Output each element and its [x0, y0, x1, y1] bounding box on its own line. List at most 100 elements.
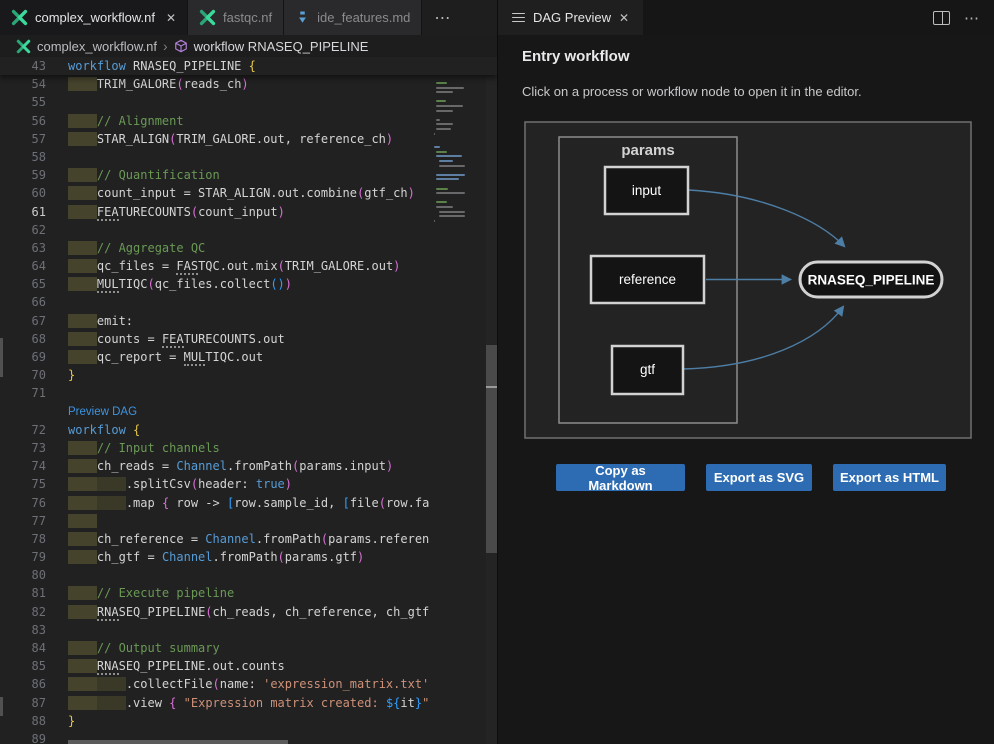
line-number: 72	[0, 421, 68, 439]
code-line[interactable]: 70}	[0, 366, 497, 384]
minimap[interactable]	[429, 57, 486, 744]
code-line[interactable]: 86 .collectFile(name: 'expression_matrix…	[0, 675, 497, 693]
codelens-row[interactable]: Preview DAG	[0, 403, 497, 421]
nextflow-icon	[11, 9, 28, 26]
line-number: 70	[0, 366, 68, 384]
line-number: 59	[0, 166, 68, 184]
code-line[interactable]: 65 MULTIQC(qc_files.collect())	[0, 275, 497, 293]
code-line[interactable]: 85 RNASEQ_PIPELINE.out.counts	[0, 657, 497, 675]
markdown-icon	[295, 10, 310, 25]
line-number: 58	[0, 148, 68, 166]
node-reference[interactable]: reference	[591, 256, 704, 303]
nextflow-icon	[199, 9, 216, 26]
export-as-html-button[interactable]: Export as HTML	[833, 464, 946, 491]
code-line[interactable]: 81 // Execute pipeline	[0, 584, 497, 602]
line-number: 43	[0, 57, 68, 75]
code-line[interactable]: 71	[0, 384, 497, 402]
line-number: 78	[0, 530, 68, 548]
code-line[interactable]: 67 emit:	[0, 312, 497, 330]
code-line[interactable]: 72workflow {	[0, 421, 497, 439]
vertical-scrollbar[interactable]	[486, 57, 497, 744]
panel-tab-label: DAG Preview	[533, 10, 611, 25]
code-line[interactable]: 76 .map { row -> [row.sample_id, [file(r…	[0, 494, 497, 512]
line-number: 56	[0, 112, 68, 130]
code-line[interactable]: 74 ch_reads = Channel.fromPath(params.in…	[0, 457, 497, 475]
line-number: 67	[0, 312, 68, 330]
code-line[interactable]: 88}	[0, 712, 497, 730]
tab-fastqc[interactable]: fastqc.nf	[188, 0, 284, 35]
line-number: 82	[0, 603, 68, 621]
code-line[interactable]: 78 ch_reference = Channel.fromPath(param…	[0, 530, 497, 548]
horizontal-scrollbar[interactable]	[68, 740, 288, 744]
tab-dag-preview[interactable]: DAG Preview ✕	[498, 0, 643, 35]
code-line[interactable]: 75 .splitCsv(header: true)	[0, 475, 497, 493]
preview-icon	[512, 13, 525, 23]
code-editor[interactable]: 43 workflow RNASEQ_PIPELINE { 54 TRIM_GA…	[0, 57, 497, 744]
more-actions-icon[interactable]: ⋯	[964, 9, 980, 27]
code-line[interactable]: 58	[0, 148, 497, 166]
code-line[interactable]: 84 // Output summary	[0, 639, 497, 657]
line-number: 60	[0, 184, 68, 202]
code-line[interactable]: 66	[0, 293, 497, 311]
code-line[interactable]: 83	[0, 621, 497, 639]
line-number: 79	[0, 548, 68, 566]
tab-ide-features[interactable]: ide_features.md	[284, 0, 422, 35]
code-line[interactable]: 82 RNASEQ_PIPELINE(ch_reads, ch_referenc…	[0, 603, 497, 621]
scrollbar-slider[interactable]	[486, 345, 497, 553]
line-number: 73	[0, 439, 68, 457]
code-line[interactable]: 69 qc_report = MULTIQC.out	[0, 348, 497, 366]
dag-preview-panel: DAG Preview ✕ ⋯ Entry workflow Click on …	[498, 0, 994, 744]
node-gtf[interactable]: gtf	[612, 346, 683, 394]
tab-label: complex_workflow.nf	[35, 10, 155, 25]
line-number: 81	[0, 584, 68, 602]
panel-actions: ⋯	[933, 0, 994, 35]
tab-complex-workflow[interactable]: complex_workflow.nf ✕	[0, 0, 188, 35]
panel-description: Click on a process or workflow node to o…	[522, 84, 862, 99]
panel-heading: Entry workflow	[522, 48, 630, 65]
code-lines[interactable]: 54 TRIM_GALORE(reads_ch)5556 // Alignmen…	[0, 75, 497, 744]
line-number: 89	[0, 730, 68, 744]
editor-group: complex_workflow.nf ✕ fastqc.nf ide_feat…	[0, 0, 498, 744]
close-icon[interactable]: ✕	[619, 11, 629, 25]
line-number: 74	[0, 457, 68, 475]
line-number: 84	[0, 639, 68, 657]
svg-text:reference: reference	[619, 272, 676, 287]
code-line[interactable]: 64 qc_files = FASTQC.out.mix(TRIM_GALORE…	[0, 257, 497, 275]
code-line[interactable]: 80	[0, 566, 497, 584]
code-line[interactable]: 79 ch_gtf = Channel.fromPath(params.gtf)	[0, 548, 497, 566]
code-line[interactable]: 68 counts = FEATURECOUNTS.out	[0, 330, 497, 348]
node-input[interactable]: input	[605, 167, 688, 214]
export-as-svg-button[interactable]: Export as SVG	[706, 464, 812, 491]
code-line[interactable]: 61 FEATURECOUNTS(count_input)	[0, 203, 497, 221]
node-rnaseq-pipeline[interactable]: RNASEQ_PIPELINE	[800, 262, 942, 297]
code-line[interactable]: 56 // Alignment	[0, 112, 497, 130]
line-number: 54	[0, 75, 68, 93]
line-number: 71	[0, 384, 68, 402]
line-number: 80	[0, 566, 68, 584]
line-number: 66	[0, 293, 68, 311]
code-line[interactable]: 60 count_input = STAR_ALIGN.out.combine(…	[0, 184, 497, 202]
breadcrumb-file[interactable]: complex_workflow.nf	[37, 39, 157, 54]
split-editor-icon[interactable]	[933, 11, 950, 25]
close-icon[interactable]: ✕	[166, 11, 176, 25]
code-line[interactable]: 87 .view { "Expression matrix created: $…	[0, 694, 497, 712]
code-line[interactable]: 57 STAR_ALIGN(TRIM_GALORE.out, reference…	[0, 130, 497, 148]
copy-as-markdown-button[interactable]: Copy as Markdown	[556, 464, 685, 491]
line-number: 86	[0, 675, 68, 693]
sticky-scroll-line[interactable]: 43 workflow RNASEQ_PIPELINE {	[0, 57, 497, 75]
line-number: 55	[0, 93, 68, 111]
code-line[interactable]: 63 // Aggregate QC	[0, 239, 497, 257]
code-line[interactable]: 62	[0, 221, 497, 239]
tab-label: ide_features.md	[317, 10, 410, 25]
code-line[interactable]: 55	[0, 93, 497, 111]
breadcrumb-symbol[interactable]: workflow RNASEQ_PIPELINE	[194, 39, 369, 54]
codelens-preview-dag[interactable]: Preview DAG	[68, 403, 137, 421]
code-line[interactable]: 77	[0, 512, 497, 530]
line-number: 76	[0, 494, 68, 512]
code-line[interactable]: 59 // Quantification	[0, 166, 497, 184]
code-line[interactable]: 73 // Input channels	[0, 439, 497, 457]
editor-tabbar: complex_workflow.nf ✕ fastqc.nf ide_feat…	[0, 0, 497, 35]
app-window: complex_workflow.nf ✕ fastqc.nf ide_feat…	[0, 0, 994, 744]
code-line[interactable]: 54 TRIM_GALORE(reads_ch)	[0, 75, 497, 93]
more-tabs-button[interactable]: ⋯	[422, 0, 463, 35]
